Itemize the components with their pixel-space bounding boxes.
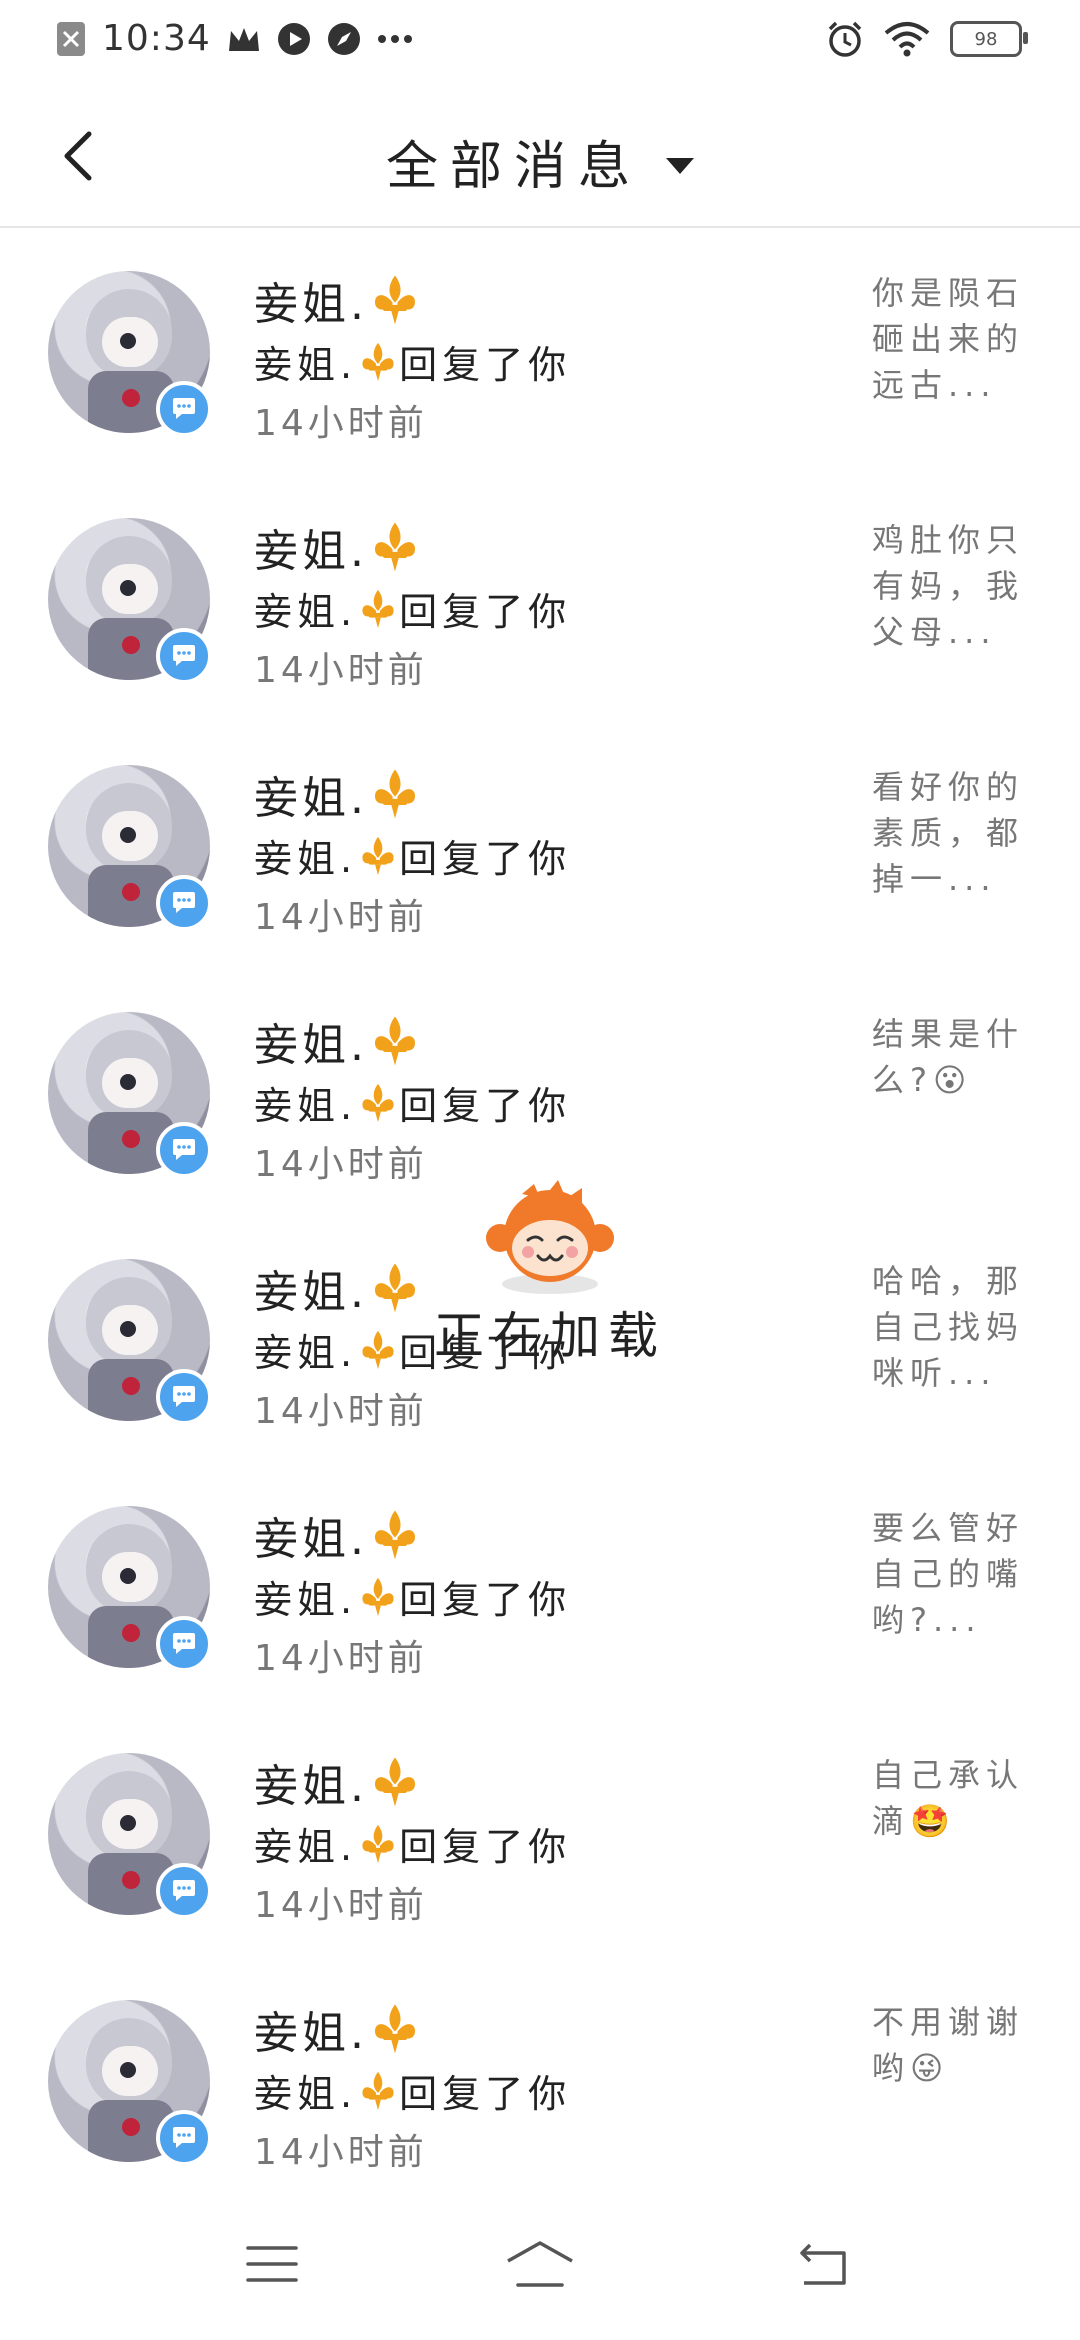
quoted-comment[interactable]: 看好你的素质，都掉一... [872, 764, 1042, 902]
message-filter-dropdown[interactable]: 全部消息 [0, 124, 1080, 199]
message-item[interactable]: 妾姐. 妾姐. 回复了你 14小时前 结果是什么?😮 [0, 967, 1080, 1214]
fleur-de-lis-icon [374, 522, 416, 572]
play-icon [277, 22, 310, 55]
status-time: 10:34 [102, 18, 211, 59]
reply-action: 妾姐. 回复了你 [254, 1569, 571, 1624]
fleur-de-lis-icon [362, 1330, 394, 1369]
fleur-de-lis-icon [362, 1083, 394, 1122]
message-time: 14小时前 [254, 1885, 428, 1926]
message-time: 14小时前 [254, 650, 428, 691]
fleur-de-lis-icon [374, 2004, 416, 2054]
caret-down-icon [666, 157, 694, 174]
fleur-de-lis-icon [362, 342, 394, 381]
message-time: 14小时前 [254, 403, 428, 444]
message-badge-icon [156, 628, 212, 684]
message-time: 14小时前 [254, 1144, 428, 1185]
message-item[interactable]: 妾姐. 妾姐. 回复了你 14小时前 不用谢谢哟😜 [0, 1955, 1080, 2202]
monkey-mascot-icon [486, 1180, 614, 1294]
header: 全部消息 [0, 84, 1080, 228]
message-item[interactable]: 妾姐. 妾姐. 回复了你 14小时前 你是陨石砸出来的远古... [0, 226, 1080, 473]
message-time: 14小时前 [254, 897, 428, 938]
message-time: 14小时前 [254, 2132, 428, 2173]
message-item[interactable]: 妾姐. 妾姐. 回复了你 14小时前 看好你的素质，都掉一... [0, 720, 1080, 967]
message-badge-icon [156, 1863, 212, 1919]
wifi-icon [884, 22, 930, 57]
fleur-de-lis-icon [362, 1824, 394, 1863]
menu-button[interactable] [222, 2234, 322, 2294]
fleur-de-lis-icon [362, 1577, 394, 1616]
close-box-icon [57, 21, 85, 56]
reply-action: 妾姐. 回复了你 [254, 581, 571, 636]
status-bar: 10:34 98 [0, 0, 1080, 84]
return-icon [800, 2243, 846, 2285]
system-nav-bar [0, 2190, 1080, 2340]
message-badge-icon [156, 875, 212, 931]
loading-indicator: 正在加载 [420, 1180, 680, 1365]
fleur-de-lis-icon [374, 1510, 416, 1560]
quoted-comment[interactable]: 要么管好自己的嘴哟?... [872, 1505, 1042, 1643]
fleur-de-lis-icon [362, 2071, 394, 2110]
back-nav-button[interactable] [772, 2234, 872, 2294]
loading-text: 正在加载 [434, 1307, 666, 1365]
quoted-comment[interactable]: 自己承认滴🤩 [872, 1752, 1042, 1844]
quoted-comment[interactable]: 哈哈，那自己找妈咪听... [872, 1258, 1042, 1396]
fleur-de-lis-icon [374, 1016, 416, 1066]
battery-icon: 98 [950, 21, 1028, 57]
quoted-comment[interactable]: 不用谢谢哟😜 [872, 1999, 1042, 2091]
home-icon [507, 2241, 573, 2287]
quoted-comment[interactable]: 你是陨石砸出来的远古... [872, 270, 1042, 408]
sender-name[interactable]: 妾姐. [254, 1750, 422, 1814]
message-badge-icon [156, 1122, 212, 1178]
message-badge-icon [156, 1369, 212, 1425]
sender-name[interactable]: 妾姐. [254, 1503, 422, 1567]
fleur-de-lis-icon [374, 769, 416, 819]
message-badge-icon [156, 381, 212, 437]
fleur-de-lis-icon [374, 275, 416, 325]
crown-icon [228, 27, 259, 51]
message-item[interactable]: 妾姐. 妾姐. 回复了你 14小时前 自己承认滴🤩 [0, 1708, 1080, 1955]
reply-action: 妾姐. 回复了你 [254, 2063, 571, 2118]
message-time: 14小时前 [254, 1638, 428, 1679]
reply-action: 妾姐. 回复了你 [254, 1075, 571, 1130]
menu-icon [246, 2246, 298, 2282]
message-item[interactable]: 妾姐. 妾姐. 回复了你 14小时前 鸡肚你只有妈，我父母... [0, 473, 1080, 720]
battery-level: 98 [974, 28, 998, 50]
home-button[interactable] [490, 2234, 590, 2294]
reply-action: 妾姐. 回复了你 [254, 828, 571, 883]
fleur-de-lis-icon [374, 1263, 416, 1313]
sender-name[interactable]: 妾姐. [254, 1997, 422, 2061]
sender-name[interactable]: 妾姐. [254, 268, 422, 332]
fleur-de-lis-icon [362, 589, 394, 628]
sender-name[interactable]: 妾姐. [254, 762, 422, 826]
more-dots-icon [377, 34, 412, 43]
reply-action: 妾姐. 回复了你 [254, 334, 571, 389]
quoted-comment[interactable]: 结果是什么?😮 [872, 1011, 1042, 1103]
message-item[interactable]: 妾姐. 妾姐. 回复了你 14小时前 要么管好自己的嘴哟?... [0, 1461, 1080, 1708]
message-time: 14小时前 [254, 1391, 428, 1432]
fleur-de-lis-icon [362, 836, 394, 875]
message-badge-icon [156, 1616, 212, 1672]
message-badge-icon [156, 2110, 212, 2166]
sender-name[interactable]: 妾姐. [254, 515, 422, 579]
page-title: 全部消息 [385, 137, 642, 197]
alarm-icon [828, 21, 862, 57]
sender-name[interactable]: 妾姐. [254, 1009, 422, 1073]
compass-icon [327, 22, 360, 55]
sender-name[interactable]: 妾姐. [254, 1256, 422, 1320]
fleur-de-lis-icon [374, 1757, 416, 1807]
reply-action: 妾姐. 回复了你 [254, 1816, 571, 1871]
quoted-comment[interactable]: 鸡肚你只有妈，我父母... [872, 517, 1042, 655]
